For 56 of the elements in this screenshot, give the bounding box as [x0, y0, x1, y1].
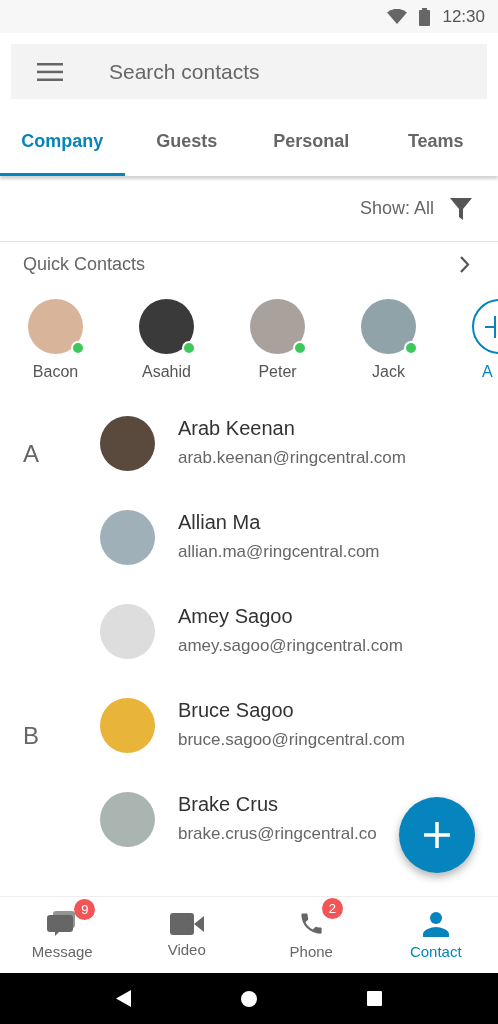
avatar	[100, 698, 155, 753]
menu-icon[interactable]	[37, 62, 63, 81]
contact-name: Bacon	[32, 363, 79, 381]
contact-name: Peter	[258, 363, 297, 381]
back-icon[interactable]	[116, 990, 131, 1007]
avatar[interactable]	[139, 299, 194, 354]
add-button[interactable]	[399, 797, 475, 873]
section-title: Quick Contacts	[23, 254, 146, 275]
add-label: A	[482, 363, 493, 381]
count-badge: 2	[321, 898, 343, 919]
contact-name: Bruce Sagoo	[178, 699, 295, 722]
contact-email: brake.crus@ringcentral.co	[178, 824, 377, 844]
contact-row[interactable]: Allian Ma allian.ma@ringcentral.com	[100, 510, 498, 604]
tab[interactable]: Company	[0, 109, 125, 176]
filter-label: Show: All	[359, 198, 434, 219]
contact-email: allian.ma@ringcentral.com	[178, 542, 380, 562]
nav-tab[interactable]: Contact	[373, 897, 498, 973]
home-icon[interactable]	[241, 990, 257, 1007]
avatar	[100, 510, 155, 565]
avatar	[100, 416, 155, 471]
search-field[interactable]: Search contacts	[11, 44, 487, 99]
tab[interactable]: Guests	[124, 109, 249, 176]
battery-icon	[419, 7, 431, 26]
contact-email: amey.sagoo@ringcentral.com	[178, 636, 403, 656]
chat-bubbles-icon	[47, 910, 78, 937]
contact-row[interactable]: Brake Crus brake.crus@ringcentral.co	[100, 792, 498, 886]
status-time: 12:30	[442, 6, 485, 27]
person-icon	[422, 910, 449, 937]
contact-name: Amey Sagoo	[178, 605, 294, 628]
contact-email: bruce.sagoo@ringcentral.com	[178, 730, 406, 750]
section-letter: B	[22, 721, 40, 750]
count-badge: 9	[74, 898, 96, 920]
avatar	[100, 604, 155, 659]
contact-name: Allian Ma	[178, 511, 262, 534]
contact-name: Asahid	[142, 363, 191, 381]
tab[interactable]: Personal	[249, 109, 374, 176]
avatar	[100, 792, 155, 847]
search-input[interactable]: Search contacts	[107, 58, 487, 85]
contact-row[interactable]: Arab Keenan arab.keenan@ringcentral.com	[100, 416, 498, 510]
contact-email: arab.keenan@ringcentral.com	[178, 448, 406, 468]
wifi-icon	[387, 9, 408, 24]
tab[interactable]: Teams	[373, 109, 498, 176]
contact-name: Arab Keenan	[178, 417, 296, 440]
contact-row[interactable]: Bruce Sagoo bruce.sagoo@ringcentral.com	[100, 698, 498, 792]
contact-name: Brake Crus	[178, 793, 280, 816]
chevron-right-icon[interactable]	[460, 256, 470, 273]
video-camera-icon	[169, 912, 204, 935]
plus-icon	[424, 822, 450, 848]
contact-name: Jack	[372, 363, 405, 381]
nav-tab[interactable]: Video	[124, 897, 249, 973]
filter-icon[interactable]	[450, 197, 472, 220]
nav-tab[interactable]: 9 Message	[0, 897, 125, 973]
section-letter: A	[22, 439, 40, 468]
plus-icon	[485, 315, 496, 338]
contact-row[interactable]: Amey Sagoo amey.sagoo@ringcentral.com	[100, 604, 498, 698]
nav-tab[interactable]: 2 Phone	[249, 897, 374, 973]
